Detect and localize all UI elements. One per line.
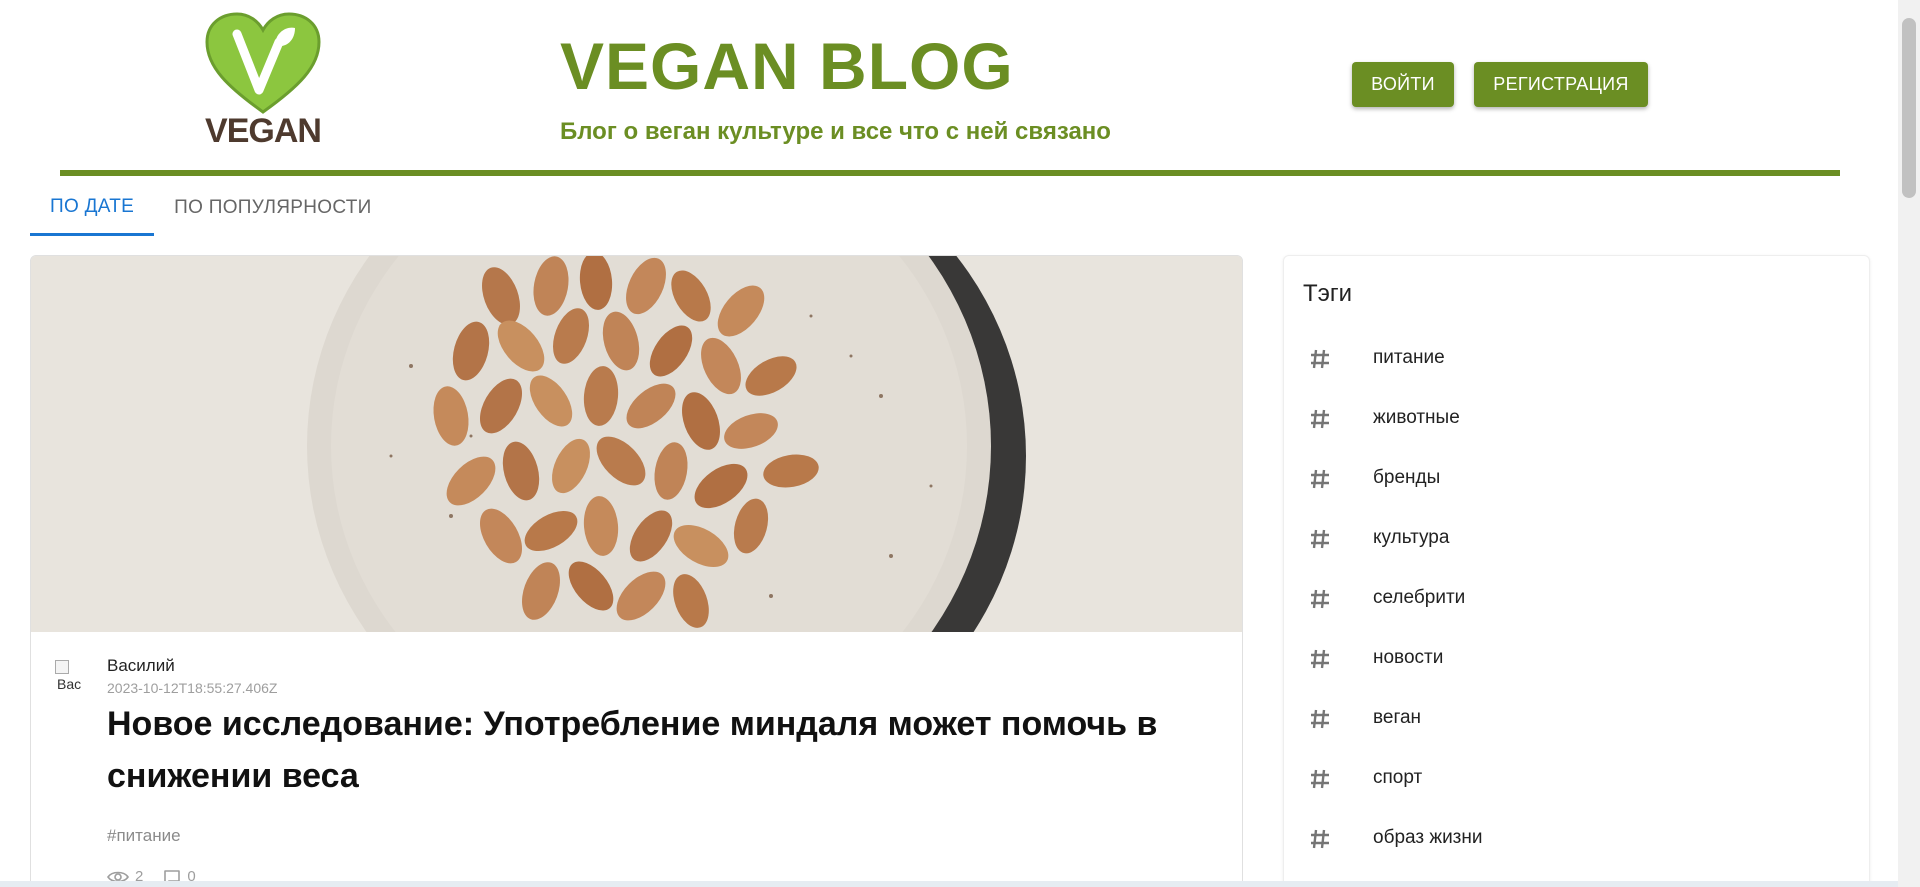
tag-item-vegan[interactable]: веган [1284, 689, 1869, 749]
tag-item-kultura[interactable]: культура [1284, 509, 1869, 569]
tag-label: веган [1373, 707, 1422, 728]
tag-label: питание [1373, 347, 1445, 368]
hash-icon [1311, 649, 1329, 669]
avatar[interactable]: Вас [55, 660, 85, 696]
scrollbar-thumb[interactable] [1902, 18, 1916, 198]
tag-item-sport[interactable]: спорт [1284, 749, 1869, 809]
hash-icon [1311, 709, 1329, 729]
tag-label: селебрити [1373, 587, 1466, 608]
tag-label: спорт [1373, 767, 1423, 788]
hash-icon [1311, 589, 1329, 609]
hash-icon [1311, 409, 1329, 429]
hash-icon [1311, 529, 1329, 549]
register-button[interactable]: РЕГИСТРАЦИЯ [1474, 62, 1648, 107]
tag-label: образ жизни [1373, 827, 1483, 848]
sort-tabs: ПО ДАТЕ ПО ПОПУЛЯРНОСТИ [30, 180, 392, 236]
post-tag-link[interactable]: #питание [107, 826, 181, 846]
vegan-logo[interactable]: VEGAN [203, 12, 323, 152]
tag-label: новости [1373, 647, 1444, 668]
hash-icon [1311, 829, 1329, 849]
tag-item-zhivotnye[interactable]: животные [1284, 389, 1869, 449]
heart-leaf-icon [205, 12, 321, 114]
tab-by-popularity[interactable]: ПО ПОПУЛЯРНОСТИ [154, 180, 391, 236]
page: VEGAN VEGAN BLOG Блог о веган культуре и… [0, 0, 1920, 887]
window-bottom-edge [0, 881, 1898, 887]
tag-item-obraz-zhizni[interactable]: образ жизни [1284, 809, 1869, 869]
avatar-alt-text: Вас [57, 676, 82, 692]
tab-by-date[interactable]: ПО ДАТЕ [30, 180, 155, 236]
page-scrollbar[interactable] [1898, 0, 1920, 887]
tag-label: культура [1373, 527, 1450, 548]
hash-icon [1311, 469, 1329, 489]
tags-panel: Тэги питание животные бренды культура се… [1283, 255, 1870, 887]
site-header: VEGAN VEGAN BLOG Блог о веган культуре и… [60, 0, 1840, 176]
tag-item-pitanie[interactable]: питание [1284, 329, 1869, 389]
tags-title: Тэги [1303, 280, 1353, 307]
logo-text: VEGAN [205, 112, 322, 150]
post-card[interactable]: Вас Василий 2023-10-12T18:55:27.406Z Нов… [30, 255, 1243, 887]
post-image[interactable] [31, 256, 1242, 632]
tag-label: животные [1373, 407, 1460, 428]
tag-item-novosti[interactable]: новости [1284, 629, 1869, 689]
tag-list: питание животные бренды культура селебри… [1284, 329, 1869, 869]
tag-item-selebriti[interactable]: селебрити [1284, 569, 1869, 629]
tag-item-brendy[interactable]: бренды [1284, 449, 1869, 509]
login-button[interactable]: ВОЙТИ [1352, 62, 1454, 107]
post-title[interactable]: Новое исследование: Употребление миндаля… [107, 698, 1217, 802]
hash-icon [1311, 349, 1329, 369]
site-title[interactable]: VEGAN BLOG [560, 28, 1014, 104]
broken-image-icon [55, 660, 69, 674]
hash-icon [1311, 769, 1329, 789]
post-date: 2023-10-12T18:55:27.406Z [107, 680, 278, 696]
almonds-plate-image [31, 256, 1242, 632]
site-subtitle: Блог о веган культуре и все что с ней св… [560, 118, 1111, 145]
author-name[interactable]: Василий [107, 656, 175, 676]
tag-label: бренды [1373, 467, 1441, 488]
